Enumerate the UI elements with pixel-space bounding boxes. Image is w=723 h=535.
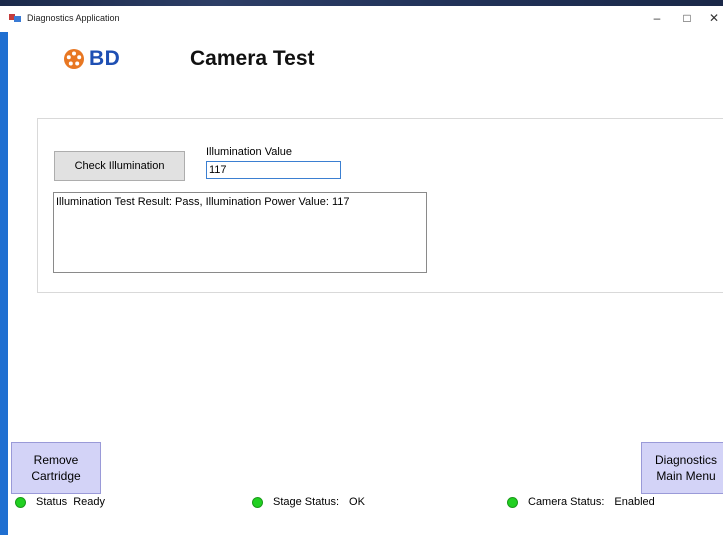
bd-logo: BD: [63, 47, 120, 71]
remove-cartridge-label: Remove Cartridge: [31, 453, 81, 483]
status-label: Status: [36, 496, 68, 508]
stage-status-label: Stage Status:: [273, 496, 340, 508]
bd-starburst-icon: [64, 49, 84, 69]
camera-status-label: Camera Status:: [528, 496, 605, 508]
remove-cartridge-button[interactable]: Remove Cartridge: [11, 442, 101, 494]
status-bar: Status Ready Stage Status: OK Camera Sta…: [0, 496, 723, 535]
status-item-camera: Camera Status: Enabled: [507, 496, 655, 508]
window-left-edge: [0, 6, 8, 535]
stage-status-value: OK: [349, 496, 365, 508]
window-title: Diagnostics Application: [27, 13, 120, 23]
check-illumination-button[interactable]: Check Illumination: [54, 151, 185, 181]
camera-status-value: Enabled: [614, 496, 655, 508]
status-item-stage: Stage Status: OK: [252, 496, 365, 508]
stage-status-indicator-icon: [252, 496, 263, 508]
illumination-result-textbox[interactable]: Illumination Test Result: Pass, Illumina…: [53, 192, 427, 273]
close-button[interactable]: ✕: [700, 8, 723, 28]
app-icon: [9, 14, 21, 22]
status-indicator-icon: [15, 496, 26, 508]
illumination-value-label: Illumination Value: [206, 146, 293, 158]
bd-logo-text: BD: [89, 47, 121, 70]
page-title: Camera Test: [190, 47, 315, 70]
camera-status-indicator-icon: [507, 496, 518, 508]
illumination-value-field[interactable]: [206, 161, 341, 179]
status-item-general: Status Ready: [15, 496, 105, 508]
maximize-button[interactable]: □: [673, 8, 701, 28]
diagnostics-main-menu-button[interactable]: Diagnostics Main Menu: [641, 442, 723, 494]
diagnostics-main-menu-label: Diagnostics Main Menu: [654, 453, 718, 483]
minimize-button[interactable]: –: [643, 8, 671, 28]
title-bar[interactable]: Diagnostics Application – □ ✕: [0, 6, 723, 32]
status-value: Ready: [73, 496, 105, 508]
